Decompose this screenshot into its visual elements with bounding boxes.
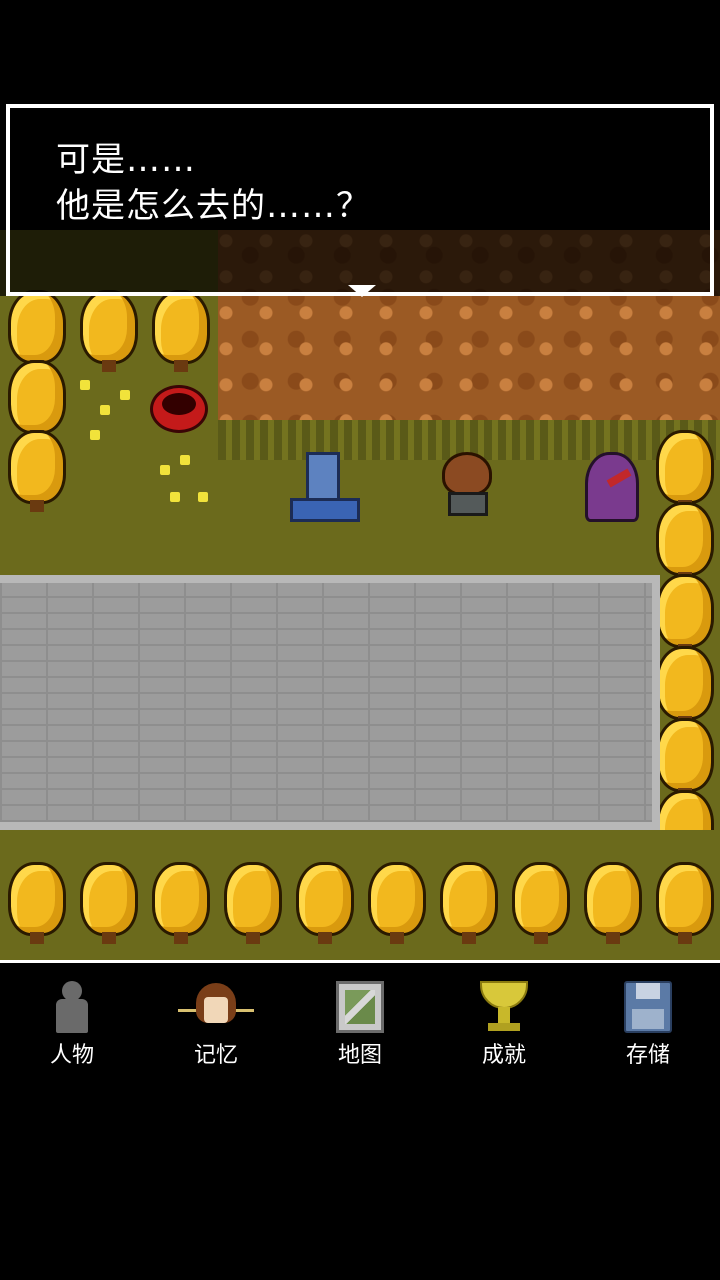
- game-scene[interactable]: [0, 230, 720, 960]
- autumn-tree: [152, 290, 210, 372]
- dialog-line-1: 可是……: [56, 140, 196, 180]
- yellow-flower: [80, 380, 90, 390]
- dialog-box[interactable]: 可是…… 他是怎么去的……？: [6, 104, 714, 297]
- yellow-flower: [170, 492, 180, 502]
- autumn-tree: [656, 574, 714, 656]
- yellow-flower: [100, 405, 110, 415]
- map-icon: [336, 981, 384, 1033]
- autumn-tree: [224, 862, 282, 944]
- blue-gravestone[interactable]: [290, 452, 360, 524]
- menu-save-button[interactable]: 存储: [588, 981, 708, 1071]
- menu-save-label: 存储: [625, 1043, 670, 1068]
- autumn-tree: [512, 862, 570, 944]
- bottom-menu: 人物 记忆 地图 成就 存储: [0, 960, 720, 1073]
- autumn-tree: [656, 718, 714, 800]
- autumn-tree: [80, 862, 138, 944]
- continue-arrow-icon[interactable]: [348, 285, 376, 297]
- yellow-flower: [180, 455, 190, 465]
- menu-characters-label: 人物: [49, 1043, 94, 1068]
- autumn-tree: [656, 430, 714, 512]
- autumn-tree: [368, 862, 426, 944]
- autumn-tree: [296, 862, 354, 944]
- stone-road: [0, 575, 660, 830]
- autumn-tree: [440, 862, 498, 944]
- autumn-tree: [584, 862, 642, 944]
- autumn-tree: [8, 430, 66, 512]
- menu-achievements-label: 成就: [481, 1043, 526, 1068]
- yellow-flower: [120, 390, 130, 400]
- autumn-tree: [656, 646, 714, 728]
- autumn-tree: [152, 862, 210, 944]
- red-well[interactable]: [150, 385, 210, 445]
- player-character: [440, 452, 496, 524]
- autumn-tree: [656, 502, 714, 584]
- person-icon: [48, 981, 96, 1033]
- autumn-tree: [80, 290, 138, 372]
- menu-memory-label: 记忆: [193, 1043, 238, 1068]
- yellow-flower: [90, 430, 100, 440]
- menu-achievements-button[interactable]: 成就: [444, 981, 564, 1071]
- menu-map-button[interactable]: 地图: [300, 981, 420, 1071]
- yellow-flower: [198, 492, 208, 502]
- trophy-icon: [480, 981, 528, 1033]
- autumn-tree: [8, 862, 66, 944]
- dialog-line-2: 他是怎么去的……？: [56, 186, 371, 226]
- menu-map-label: 地图: [337, 1043, 382, 1068]
- memory-portrait-icon: [178, 981, 254, 1033]
- menu-memory-button[interactable]: 记忆: [156, 981, 276, 1071]
- purple-ghost-npc[interactable]: [585, 452, 641, 524]
- yellow-flower: [160, 465, 170, 475]
- save-disk-icon: [624, 981, 672, 1033]
- menu-characters-button[interactable]: 人物: [12, 981, 132, 1071]
- autumn-tree: [656, 862, 714, 944]
